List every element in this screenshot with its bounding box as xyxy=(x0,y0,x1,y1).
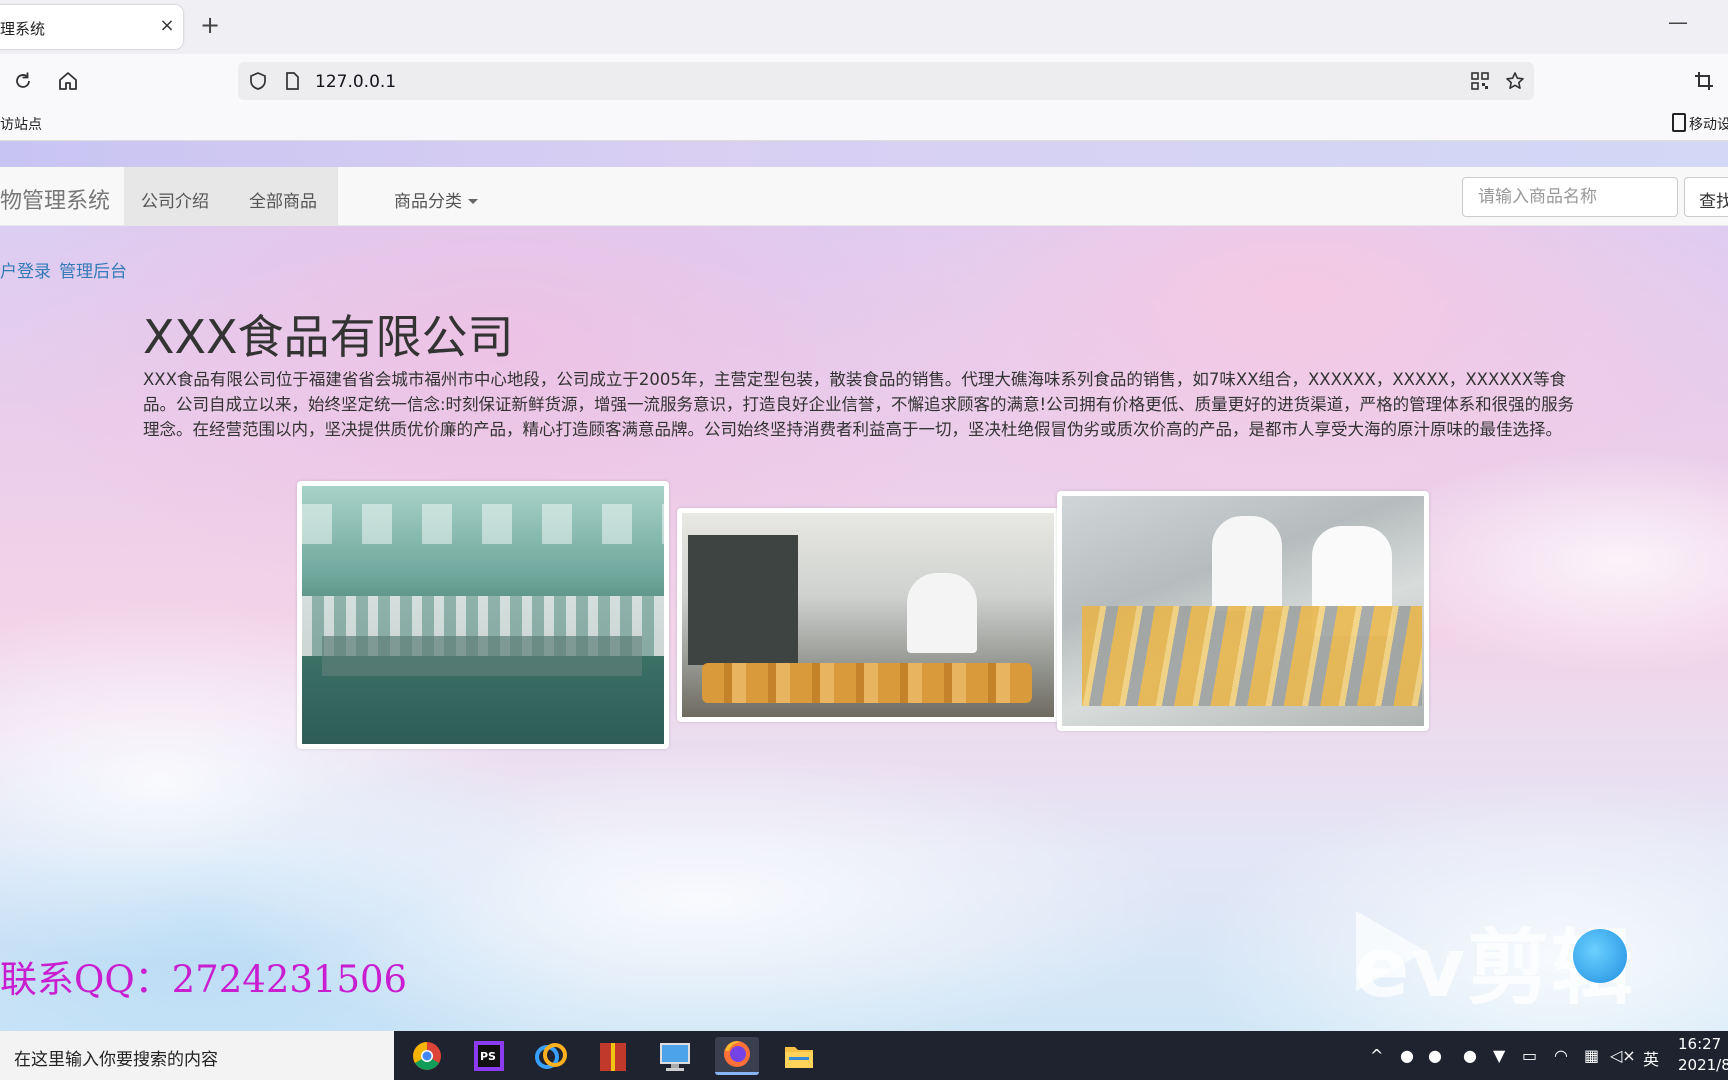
mobile-bookmarks-label: 移动设 xyxy=(1689,117,1728,133)
site-brand[interactable]: 物管理系统 xyxy=(0,183,110,215)
contact-qq: 联系QQ：2724231506 xyxy=(0,958,408,1001)
chat-bubble-icon[interactable] xyxy=(1573,929,1627,983)
auth-links: 户登录 管理后台 xyxy=(0,257,135,282)
top-band xyxy=(0,141,1728,167)
new-tab-button[interactable]: + xyxy=(196,11,224,39)
page-content: 物管理系统 公司介绍 全部商品 商品分类 查找 户登录管理后台 XXX食品有限公… xyxy=(0,141,1728,1031)
browser-toolbar: 127.0.0.1 xyxy=(0,54,1728,106)
security-shield-icon[interactable]: ▼ xyxy=(1493,1046,1505,1065)
ime-indicator[interactable]: 英 xyxy=(1643,1046,1659,1070)
company-intro: XXX食品有限公司位于福建省省会城市福州市中心地段，公司成立于2005年，主营定… xyxy=(143,370,1575,439)
nav-company-intro[interactable]: 公司介绍 xyxy=(141,187,209,212)
file-explorer-icon[interactable] xyxy=(777,1037,821,1075)
dropdown-label: 商品分类 xyxy=(394,192,462,212)
firefox-icon[interactable] xyxy=(715,1037,759,1075)
crop-screenshot-icon[interactable] xyxy=(1693,70,1715,92)
nav-all-products[interactable]: 全部商品 xyxy=(249,187,317,212)
phone-icon xyxy=(1672,113,1686,132)
qr-code-icon[interactable] xyxy=(1470,71,1490,91)
bookmarks-bar: 访站点 移动设 xyxy=(0,106,1728,141)
bookmark-item[interactable]: 访站点 xyxy=(0,114,42,134)
browser-tab[interactable]: 理系统 × xyxy=(0,5,183,49)
wifi-icon[interactable]: ◠ xyxy=(1554,1046,1568,1065)
search-button[interactable]: 查找 xyxy=(1684,177,1728,217)
reload-icon[interactable] xyxy=(12,70,34,92)
qq-tray-icon[interactable]: ● xyxy=(1463,1046,1477,1065)
taskbar-clock[interactable]: 16:27 2021/8 xyxy=(1678,1034,1728,1076)
app-swirl-icon[interactable] xyxy=(529,1037,573,1075)
phpstorm-icon[interactable]: PS xyxy=(467,1037,511,1075)
search-input[interactable] xyxy=(1462,177,1678,217)
admin-link[interactable]: 管理后台 xyxy=(59,262,127,282)
archive-app-icon[interactable] xyxy=(591,1037,635,1075)
clock-time: 16:27 xyxy=(1678,1035,1722,1053)
shield-icon[interactable] xyxy=(248,71,268,91)
svg-text:PS: PS xyxy=(480,1050,496,1063)
battery-icon[interactable]: ▭ xyxy=(1522,1046,1537,1065)
clock-date: 2021/8 xyxy=(1678,1056,1728,1074)
minimize-icon[interactable]: — xyxy=(1668,10,1688,34)
user-login-link[interactable]: 户登录 xyxy=(0,262,51,282)
mobile-bookmarks[interactable]: 移动设 xyxy=(1672,113,1728,134)
remote-desktop-icon[interactable] xyxy=(653,1037,697,1075)
address-bar[interactable]: 127.0.0.1 xyxy=(238,62,1534,100)
nav-category-dropdown[interactable]: 商品分类 xyxy=(394,187,478,212)
home-icon[interactable] xyxy=(57,70,79,92)
page-icon xyxy=(286,72,299,90)
url-text[interactable]: 127.0.0.1 xyxy=(315,72,396,92)
company-title: XXX食品有限公司 xyxy=(143,310,514,364)
tab-close-icon[interactable]: × xyxy=(154,13,180,39)
wechat-icon[interactable]: ● xyxy=(1428,1046,1442,1065)
windows-icon[interactable]: ▦ xyxy=(1584,1046,1599,1065)
factory-photo-1 xyxy=(297,481,669,749)
volume-muted-icon[interactable]: ◁× xyxy=(1610,1046,1636,1065)
bookmark-star-icon[interactable] xyxy=(1505,71,1525,91)
tray-expand-icon[interactable]: ^ xyxy=(1370,1046,1383,1065)
site-navbar: 物管理系统 公司介绍 全部商品 商品分类 查找 xyxy=(0,167,1728,226)
caret-down-icon xyxy=(468,199,478,204)
windows-taskbar: 在这里输入你要搜索的内容 PS ^ ● ● ● ▼ ▭ ◠ ▦ ◁× 英 16:… xyxy=(0,1031,1728,1080)
chrome-icon[interactable] xyxy=(405,1037,449,1075)
tab-title: 理系统 xyxy=(0,20,46,38)
browser-tabstrip: 理系统 × + — xyxy=(0,0,1728,54)
tray-app-icon[interactable]: ● xyxy=(1400,1046,1414,1065)
taskbar-search[interactable]: 在这里输入你要搜索的内容 xyxy=(0,1031,394,1080)
factory-photo-2 xyxy=(677,508,1059,722)
factory-photo-3 xyxy=(1057,491,1429,731)
